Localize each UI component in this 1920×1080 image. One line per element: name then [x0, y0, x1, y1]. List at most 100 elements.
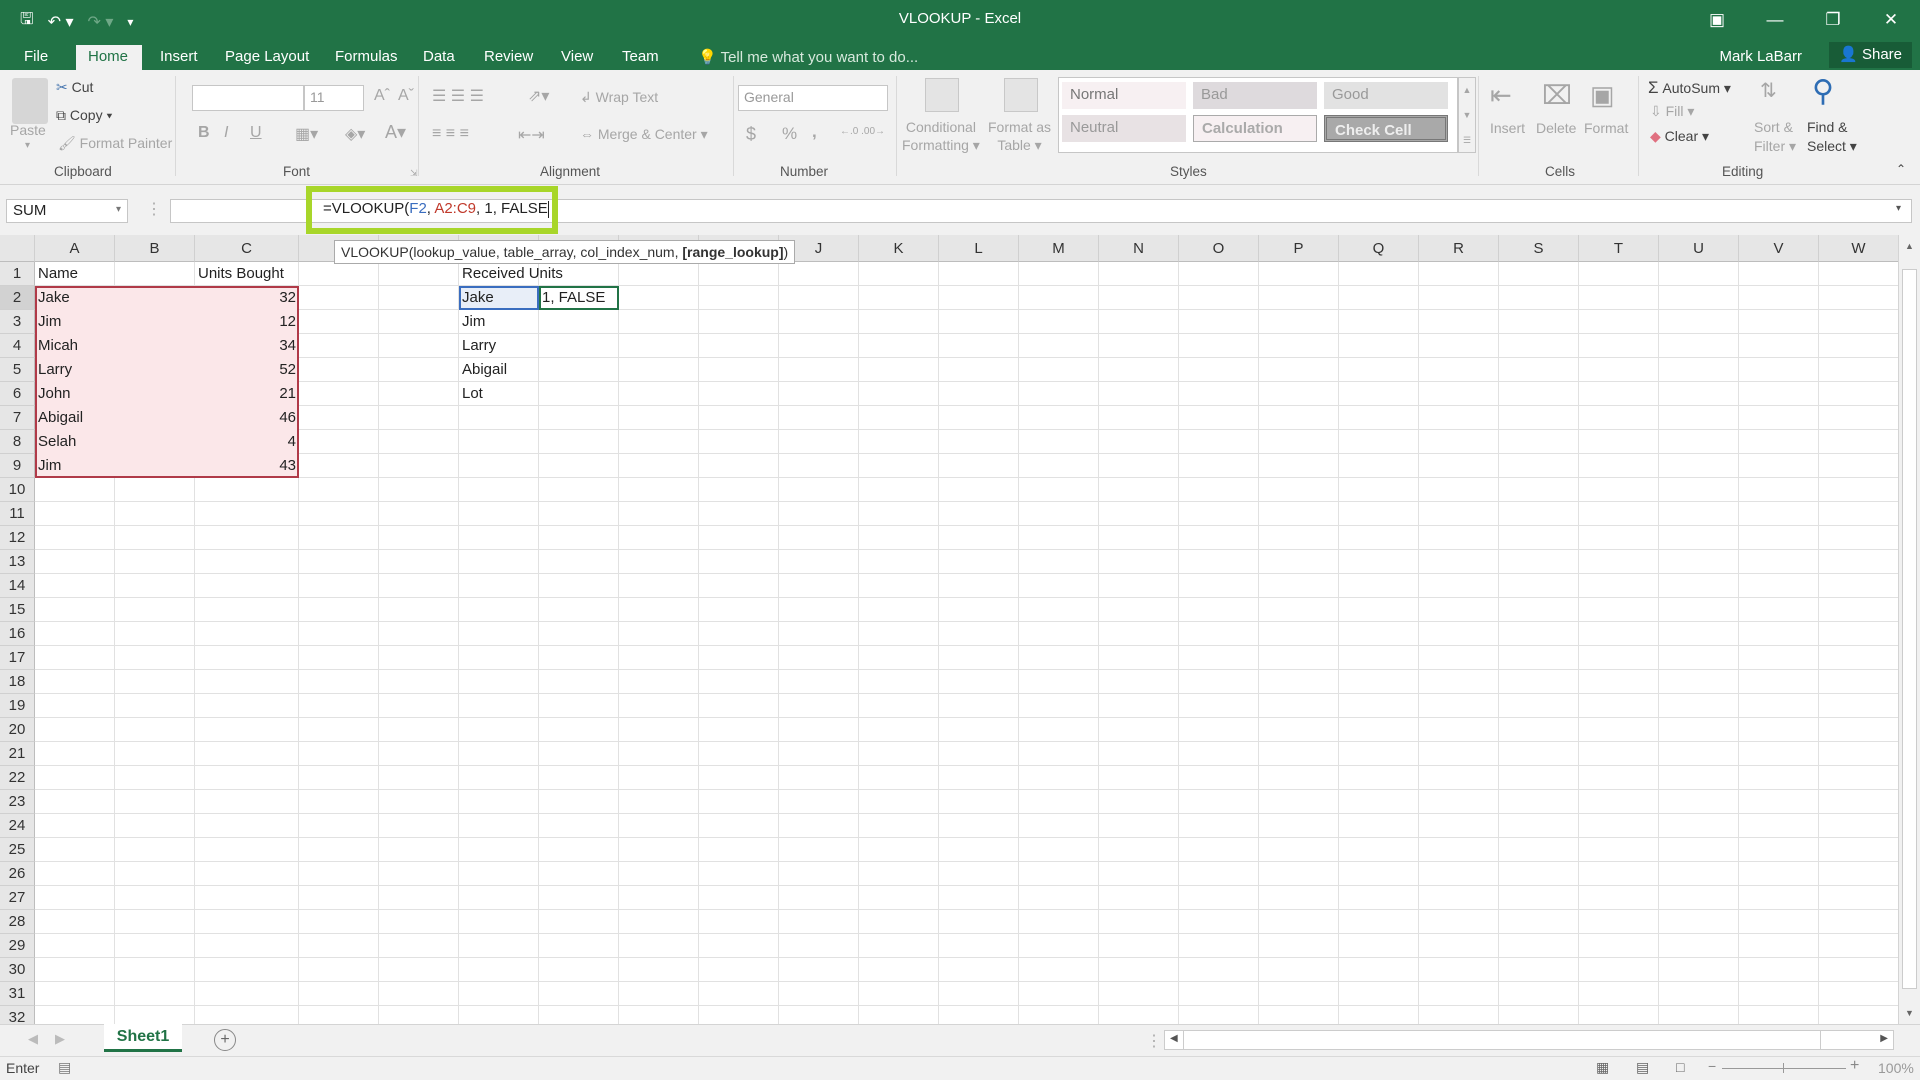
- row-header-11[interactable]: 11: [0, 502, 35, 526]
- styles-gallery-scroll[interactable]: ▲ ▼ ☰: [1458, 77, 1476, 153]
- normal-view-icon[interactable]: ▦: [1596, 1059, 1609, 1076]
- tab-data[interactable]: Data: [411, 45, 467, 70]
- paste-dropdown-icon[interactable]: ▾: [25, 140, 30, 151]
- cell-a7[interactable]: Abigail: [35, 406, 86, 430]
- font-color-icon[interactable]: A▾: [385, 122, 406, 143]
- tell-me-box[interactable]: 💡 Tell me what you want to do...: [686, 45, 930, 70]
- macro-record-icon[interactable]: ▤: [58, 1059, 71, 1076]
- percent-button[interactable]: %: [782, 124, 797, 144]
- row-header-17[interactable]: 17: [0, 646, 35, 670]
- column-header-A[interactable]: A: [35, 235, 115, 262]
- column-header-S[interactable]: S: [1499, 235, 1579, 262]
- tab-review[interactable]: Review: [472, 45, 545, 70]
- expand-formula-bar-icon[interactable]: ▾: [1896, 203, 1901, 214]
- worksheet-grid[interactable]: ABCDEFGHIJKLMNOPQRSTUVW12345678910111213…: [0, 235, 1898, 1024]
- cell-f1[interactable]: Received Units: [459, 262, 566, 286]
- font-size-input[interactable]: 11: [304, 85, 364, 111]
- cell-c6[interactable]: 21: [195, 382, 299, 406]
- autosum-button[interactable]: Σ AutoSum ▾: [1648, 78, 1731, 98]
- ribbon-display-options-icon[interactable]: ▣: [1688, 0, 1746, 40]
- sort-filter-button[interactable]: Sort & Filter ▾: [1754, 118, 1796, 156]
- row-header-3[interactable]: 3: [0, 310, 35, 334]
- scroll-left-icon[interactable]: ◀: [1170, 1033, 1178, 1044]
- cell-c1[interactable]: Units Bought: [195, 262, 287, 286]
- tab-page-layout[interactable]: Page Layout: [213, 45, 321, 70]
- insert-cells-button[interactable]: Insert: [1490, 120, 1525, 136]
- top-align-icon[interactable]: ☰ ☰ ☰: [432, 86, 484, 106]
- cell-a6[interactable]: John: [35, 382, 74, 406]
- column-header-N[interactable]: N: [1099, 235, 1179, 262]
- fill-color-icon[interactable]: ◈▾: [345, 124, 365, 144]
- column-header-Q[interactable]: Q: [1339, 235, 1419, 262]
- cell-f2[interactable]: Jake: [459, 286, 497, 310]
- share-button[interactable]: 👤 Share: [1829, 42, 1912, 68]
- column-header-W[interactable]: W: [1819, 235, 1898, 262]
- select-all-corner[interactable]: [0, 235, 35, 262]
- number-format-dropdown[interactable]: General: [738, 85, 888, 111]
- cell-c4[interactable]: 34: [195, 334, 299, 358]
- tab-home[interactable]: Home: [76, 45, 142, 70]
- scroll-up-icon[interactable]: ▲: [1905, 241, 1914, 251]
- delete-cells-button[interactable]: Delete: [1536, 120, 1576, 136]
- cell-c9[interactable]: 43: [195, 454, 299, 478]
- sheet-tab-sheet1[interactable]: Sheet1: [104, 1024, 182, 1052]
- zoom-level[interactable]: 100%: [1878, 1060, 1914, 1076]
- zoom-in-icon[interactable]: +: [1850, 1057, 1859, 1075]
- grow-font-icon[interactable]: Aˆ: [374, 87, 390, 105]
- row-header-14[interactable]: 14: [0, 574, 35, 598]
- cell-a4[interactable]: Micah: [35, 334, 81, 358]
- row-header-30[interactable]: 30: [0, 958, 35, 982]
- style-normal[interactable]: Normal: [1062, 82, 1186, 109]
- row-header-31[interactable]: 31: [0, 982, 35, 1006]
- scroll-down-icon[interactable]: ▼: [1905, 1008, 1914, 1018]
- row-header-12[interactable]: 12: [0, 526, 35, 550]
- cell-c3[interactable]: 12: [195, 310, 299, 334]
- zoom-out-icon[interactable]: −: [1708, 1058, 1716, 1074]
- row-header-29[interactable]: 29: [0, 934, 35, 958]
- column-header-B[interactable]: B: [115, 235, 195, 262]
- row-header-10[interactable]: 10: [0, 478, 35, 502]
- cell-f6[interactable]: Lot: [459, 382, 486, 406]
- cut-button[interactable]: ✂ Cut: [56, 79, 93, 96]
- row-header-19[interactable]: 19: [0, 694, 35, 718]
- row-header-28[interactable]: 28: [0, 910, 35, 934]
- style-calculation[interactable]: Calculation: [1193, 115, 1317, 142]
- row-header-32[interactable]: 32: [0, 1006, 35, 1024]
- merge-center-button[interactable]: ⇔ Merge & Center ▾: [580, 126, 708, 143]
- comma-button[interactable]: ,: [812, 122, 817, 142]
- row-header-27[interactable]: 27: [0, 886, 35, 910]
- cell-c7[interactable]: 46: [195, 406, 299, 430]
- row-header-18[interactable]: 18: [0, 670, 35, 694]
- row-header-15[interactable]: 15: [0, 598, 35, 622]
- next-sheet-icon[interactable]: ▶: [55, 1031, 65, 1047]
- row-header-22[interactable]: 22: [0, 766, 35, 790]
- fill-button[interactable]: ⇩ Fill ▾: [1650, 103, 1694, 120]
- page-layout-view-icon[interactable]: ▤: [1636, 1059, 1649, 1076]
- italic-button[interactable]: I: [224, 124, 228, 142]
- column-header-O[interactable]: O: [1179, 235, 1259, 262]
- tab-formulas[interactable]: Formulas: [323, 45, 410, 70]
- currency-button[interactable]: $: [746, 124, 756, 145]
- wrap-text-button[interactable]: ↲ Wrap Text: [580, 89, 658, 106]
- cell-a8[interactable]: Selah: [35, 430, 79, 454]
- zoom-slider[interactable]: [1722, 1068, 1846, 1069]
- column-header-C[interactable]: C: [195, 235, 299, 262]
- cell-f5[interactable]: Abigail: [459, 358, 510, 382]
- cell-f3[interactable]: Jim: [459, 310, 488, 334]
- paste-button[interactable]: Paste: [10, 122, 46, 138]
- row-header-23[interactable]: 23: [0, 790, 35, 814]
- column-header-U[interactable]: U: [1659, 235, 1739, 262]
- column-header-V[interactable]: V: [1739, 235, 1819, 262]
- name-box[interactable]: SUM ▾: [6, 199, 128, 223]
- row-header-6[interactable]: 6: [0, 382, 35, 406]
- cell-g2[interactable]: 1, FALSE: [539, 286, 608, 310]
- font-dialog-launcher-icon[interactable]: ⇲: [410, 168, 418, 179]
- zoom-slider-thumb[interactable]: [1783, 1063, 1784, 1073]
- row-header-21[interactable]: 21: [0, 742, 35, 766]
- column-header-K[interactable]: K: [859, 235, 939, 262]
- row-header-13[interactable]: 13: [0, 550, 35, 574]
- column-header-P[interactable]: P: [1259, 235, 1339, 262]
- column-header-M[interactable]: M: [1019, 235, 1099, 262]
- row-header-24[interactable]: 24: [0, 814, 35, 838]
- style-neutral[interactable]: Neutral: [1062, 115, 1186, 142]
